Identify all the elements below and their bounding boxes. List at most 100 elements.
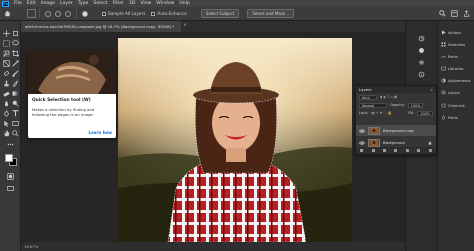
dock-layers[interactable]: Layers — [441, 90, 460, 95]
lasso-tool-icon[interactable] — [12, 40, 19, 47]
share-icon[interactable] — [463, 10, 470, 17]
fill-input[interactable]: 100% — [417, 110, 433, 116]
layers-panel-header[interactable]: Layers × — [356, 86, 436, 93]
blur-tool-icon[interactable] — [3, 100, 10, 107]
layer-name[interactable]: Background copy — [383, 129, 414, 133]
marquee-tool-icon[interactable] — [3, 40, 10, 47]
dock-paths-label: Paths — [448, 54, 458, 59]
move-tool-icon[interactable] — [3, 30, 10, 37]
artboard-tool-icon[interactable] — [12, 30, 19, 37]
pen-tool-icon[interactable] — [3, 110, 10, 117]
adjustment-layer-icon[interactable] — [394, 149, 398, 152]
document-tab[interactable]: allef-vinicius-kqcOIo7MGFA-unsplash.jpg … — [21, 21, 181, 32]
menu-edit[interactable]: Edit — [27, 0, 36, 7]
delete-layer-icon[interactable] — [428, 149, 432, 152]
color-icon[interactable] — [418, 47, 425, 54]
clone-stamp-tool-icon[interactable] — [3, 80, 10, 87]
brush-tool-icon[interactable] — [12, 70, 19, 77]
visibility-eye-icon[interactable] — [359, 128, 365, 134]
crop-tool-icon[interactable] — [12, 50, 19, 57]
gradient-tool-icon[interactable] — [12, 90, 19, 97]
dock-swatches[interactable]: Swatches — [441, 42, 465, 47]
photoshop-logo: Ps — [2, 0, 9, 7]
home-icon[interactable] — [3, 10, 11, 18]
type-tool-icon[interactable] — [12, 110, 19, 117]
menu-view[interactable]: View — [140, 0, 151, 7]
menu-filter[interactable]: Filter — [113, 0, 124, 7]
menu-file[interactable]: File — [14, 0, 22, 7]
new-layer-icon[interactable] — [417, 149, 421, 152]
layer-name[interactable]: Background — [383, 141, 405, 145]
history-brush-tool-icon[interactable] — [12, 80, 19, 87]
menu-window[interactable]: Window — [156, 0, 174, 7]
new-group-icon[interactable] — [405, 149, 409, 152]
eyedropper-tool-icon[interactable] — [12, 60, 19, 67]
properties-icon[interactable] — [418, 59, 425, 66]
foreground-color-swatch[interactable] — [5, 154, 13, 162]
add-to-selection-icon[interactable] — [55, 10, 61, 17]
hand-tool-icon[interactable] — [3, 130, 10, 137]
fx-icon[interactable] — [371, 149, 375, 152]
history-icon[interactable] — [418, 35, 425, 42]
menu-layer[interactable]: Layer — [60, 0, 73, 7]
blend-mode-select[interactable]: Normal — [359, 102, 387, 108]
menu-image[interactable]: Image — [41, 0, 55, 7]
link-layers-icon[interactable] — [360, 149, 364, 152]
close-panel-icon[interactable]: × — [430, 86, 433, 93]
panel-dock: Actions Swatches Paths Libraries Adjustm… — [437, 21, 474, 251]
close-tab-icon[interactable]: × — [183, 23, 187, 28]
brush-size-icon[interactable] — [82, 10, 88, 17]
menu-select[interactable]: Select — [93, 0, 107, 7]
search-icon[interactable] — [439, 10, 446, 17]
kind-filter-select[interactable]: Kind — [359, 94, 377, 100]
lock-label: Lock: — [359, 111, 369, 115]
divider — [39, 9, 40, 18]
quick-selection-preset-icon[interactable] — [27, 9, 36, 18]
checkbox-box[interactable] — [151, 11, 156, 16]
screen-mode-icon[interactable] — [7, 185, 14, 192]
dock-libraries[interactable]: Libraries — [441, 66, 464, 71]
visibility-eye-icon[interactable] — [359, 140, 365, 146]
sample-all-layers-checkbox[interactable]: Sample All Layers — [102, 11, 145, 16]
lock-icons[interactable]: ▦ ✎ ✥ ⬚ 🔒 — [371, 111, 392, 115]
dodge-tool-icon[interactable] — [12, 100, 19, 107]
workspace-icon[interactable] — [451, 10, 458, 17]
new-selection-icon[interactable] — [45, 10, 51, 17]
menu-3d[interactable]: 3D — [129, 0, 135, 7]
portrait-photo[interactable] — [118, 38, 352, 242]
dock-paths-2[interactable]: Paths — [441, 115, 458, 120]
layer-filter-row: Kind ▪ ◐ T ▫ ▣ — [356, 93, 436, 101]
blend-opacity-row: Normal Opacity: 100% — [356, 101, 436, 109]
dock-channels-label: Channels — [448, 103, 465, 108]
opacity-input[interactable]: 100% — [407, 102, 424, 108]
layer-row-background-copy[interactable]: Background copy — [356, 125, 436, 136]
checkbox-box[interactable] — [102, 11, 106, 16]
subtract-from-selection-icon[interactable] — [65, 10, 71, 17]
select-subject-button[interactable]: Select Subject — [200, 9, 240, 18]
eraser-tool-icon[interactable] — [3, 90, 10, 97]
more-tools-icon[interactable] — [7, 141, 14, 148]
quick-mask-icon[interactable] — [7, 173, 14, 180]
zoom-tool-icon[interactable] — [12, 130, 19, 137]
rich-tooltip: Quick Selection tool (W) Makes a selecti… — [28, 50, 116, 138]
layer-thumbnail — [368, 126, 380, 135]
dock-channels[interactable]: Channels — [441, 103, 465, 108]
select-and-mask-button[interactable]: Select and Mask... — [247, 9, 294, 18]
auto-enhance-checkbox[interactable]: Auto-Enhance — [151, 11, 187, 16]
info-icon[interactable] — [418, 71, 425, 78]
menu-bar: Ps File Edit Image Layer Type Select Fil… — [0, 0, 474, 7]
dock-paths[interactable]: Paths — [441, 54, 458, 59]
dock-actions[interactable]: Actions — [441, 30, 461, 35]
quick-selection-tool-icon[interactable] — [3, 50, 10, 57]
add-mask-icon[interactable] — [383, 149, 387, 152]
filter-icons[interactable]: ▪ ◐ T ▫ ▣ — [380, 95, 397, 99]
dock-adjustments[interactable]: Adjustments — [441, 78, 471, 83]
learn-how-link[interactable]: Learn how — [89, 130, 112, 135]
frame-tool-icon[interactable] — [3, 60, 10, 67]
rectangle-tool-icon[interactable] — [12, 120, 19, 127]
path-selection-tool-icon[interactable] — [3, 120, 10, 127]
status-bar-zoom[interactable]: 16.67% — [21, 242, 405, 251]
menu-type[interactable]: Type — [78, 0, 89, 7]
menu-help[interactable]: Help — [179, 0, 189, 7]
healing-brush-tool-icon[interactable] — [3, 70, 10, 77]
